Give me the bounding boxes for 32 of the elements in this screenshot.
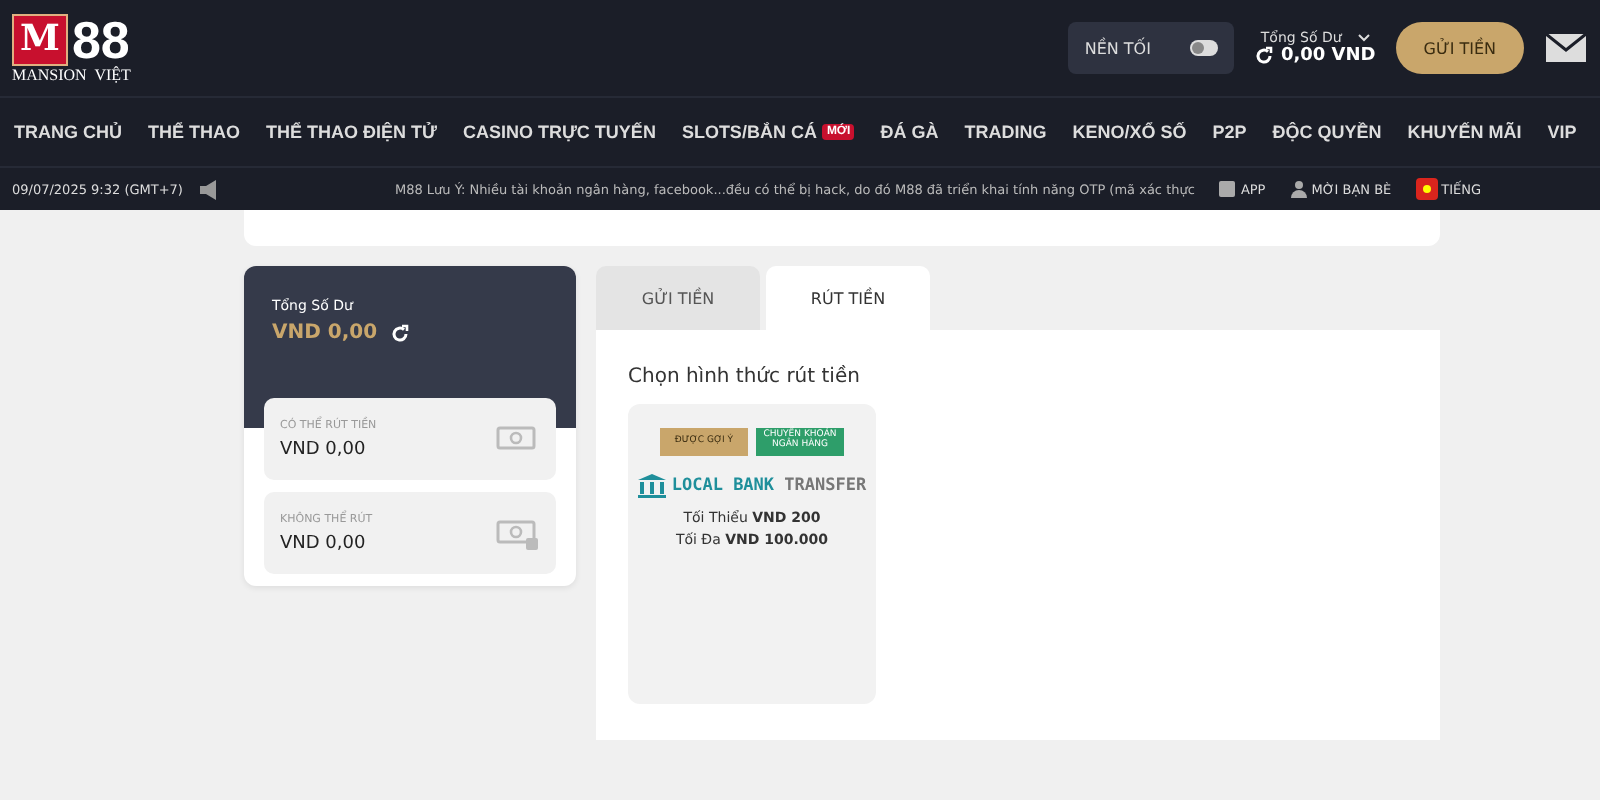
method-name: LOCAL BANK TRANSFER xyxy=(671,476,867,496)
tab[interactable]: RÚT TIỀN xyxy=(766,266,930,330)
nav-item[interactable]: KENO/XỔ SỐ xyxy=(1072,122,1187,142)
bank-icon xyxy=(637,474,666,498)
wallet-amount: VND 0,00 xyxy=(272,322,378,344)
mail-icon[interactable] xyxy=(1544,32,1588,64)
flag-icon xyxy=(1415,178,1438,200)
people-icon xyxy=(1289,180,1308,198)
deposit-button[interactable]: GỬI TIỀN xyxy=(1395,22,1524,74)
nav-item[interactable]: TRANG CHỦ xyxy=(14,122,122,142)
theme-switch[interactable] xyxy=(1190,40,1219,56)
logo-text[interactable]: 88 xyxy=(71,13,130,65)
theme-label: NỀN TỐI xyxy=(1084,39,1151,57)
chevron-down-icon[interactable] xyxy=(1357,34,1370,42)
refresh-icon[interactable] xyxy=(1254,46,1275,66)
wallet-item-amount: VND 0,00 xyxy=(280,533,368,554)
wallet-item-amount: VND 0,00 xyxy=(280,439,368,460)
logo-mark[interactable]: M xyxy=(12,13,68,65)
nav-item[interactable]: CASINO TRỰC TUYẾN xyxy=(462,122,656,142)
tab[interactable]: GỬI TIỀN xyxy=(596,266,760,330)
nav-item[interactable]: THỂ THAO ĐIỆN TỬ xyxy=(266,122,437,142)
nav-item[interactable]: THỂ THAO xyxy=(148,122,240,142)
nav-item[interactable]: TRADING xyxy=(964,122,1047,142)
nav-item[interactable]: ĐỘC QUYỀN xyxy=(1272,122,1382,142)
nav-item[interactable]: ĐÁ GÀ xyxy=(880,122,939,142)
section-heading: Chọn hình thức rút tiền xyxy=(628,366,860,388)
refresh-icon[interactable] xyxy=(389,323,410,343)
nav-item[interactable]: VIP xyxy=(1547,122,1577,142)
logo-subtitle: MANSION VIỆT xyxy=(12,65,131,83)
nav-item[interactable]: KHUYẾN MÃI xyxy=(1407,122,1522,142)
nav-item[interactable]: P2P xyxy=(1212,122,1247,142)
balance-amount: 0,00 VND xyxy=(1280,46,1376,66)
